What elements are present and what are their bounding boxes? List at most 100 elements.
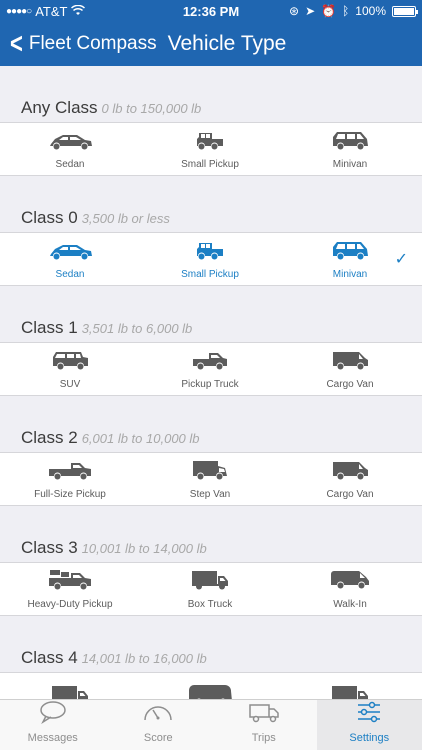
- battery-percent: 100%: [355, 4, 386, 18]
- vehicle-class-row-class-2[interactable]: Full-Size Pickup Step Van Cargo Van: [0, 452, 422, 506]
- vehicle-option[interactable]: Step Van: [140, 459, 280, 500]
- speech-bubble-icon: [36, 700, 70, 729]
- weight-range: 3,501 lb to 6,000 lb: [81, 321, 193, 336]
- bluetooth-icon: ᛒ: [342, 4, 350, 18]
- vehicle-option[interactable]: Small Pickup: [140, 129, 280, 170]
- vehicle-class-row-any-class[interactable]: Sedan Small Pickup Minivan: [0, 122, 422, 176]
- back-label: Fleet Compass: [28, 33, 157, 54]
- tab-bar: Messages Score Trips Settings: [0, 699, 422, 750]
- tab-label: Settings: [349, 732, 390, 744]
- vehicle-label: Cargo Van: [326, 488, 374, 500]
- section-header-class-3: Class 3 10,001 lb to 14,000 lb: [0, 506, 422, 562]
- step-van-icon: [187, 459, 233, 486]
- vehicle-label: Sedan: [55, 268, 85, 280]
- vehicle-option[interactable]: Cargo Van: [280, 349, 420, 390]
- vehicle-option[interactable]: SUV: [0, 349, 140, 390]
- status-bar: ●●●●○ AT&T 12:36 PM ⊛ ➤ ⏰ ᛒ 100%: [0, 0, 422, 22]
- vehicle-class-row-class-1[interactable]: SUV Pickup Truck Cargo Van: [0, 342, 422, 396]
- vehicle-option[interactable]: [140, 684, 280, 699]
- vehicle-option[interactable]: Minivan: [280, 129, 420, 170]
- small-pickup-icon: [187, 239, 233, 266]
- tab-trips[interactable]: Trips: [211, 700, 317, 750]
- orientation-lock-icon: ⊛: [289, 4, 300, 18]
- vehicle-class-row-class-4[interactable]: [0, 672, 422, 699]
- section-header-class-0: Class 0 3,500 lb or less: [0, 176, 422, 232]
- vehicle-option[interactable]: Cargo Van: [280, 459, 420, 500]
- walk-in-icon: [327, 569, 373, 596]
- box-truck-icon: [187, 569, 233, 596]
- section-header-any-class: Any Class 0 lb to 150,000 lb: [0, 66, 422, 122]
- minivan-icon: [327, 129, 373, 156]
- suv-icon: [47, 349, 93, 376]
- weight-range: 0 lb to 150,000 lb: [101, 101, 202, 116]
- vehicle-option[interactable]: Pickup Truck: [140, 349, 280, 390]
- vehicle-class-row-class-0[interactable]: Sedan Small Pickup Minivan ✓: [0, 232, 422, 286]
- vehicle-class-row-class-3[interactable]: Heavy-Duty Pickup Box Truck Walk-In: [0, 562, 422, 616]
- vehicle-label: Small Pickup: [181, 268, 239, 280]
- class-name: Any Class: [21, 98, 98, 117]
- weight-range: 3,500 lb or less: [81, 211, 170, 226]
- tab-label: Trips: [251, 732, 276, 744]
- heavy-duty-pickup-icon: [47, 569, 93, 596]
- large-van-icon: [187, 684, 233, 699]
- vehicle-option[interactable]: Sedan: [0, 239, 140, 280]
- tab-label: Score: [143, 732, 173, 744]
- location-arrow-icon: ➤: [305, 4, 316, 18]
- weight-range: 14,001 lb to 16,000 lb: [81, 651, 207, 666]
- tab-score[interactable]: Score: [106, 700, 212, 750]
- sliders-icon: [352, 700, 386, 729]
- vehicle-option[interactable]: [0, 684, 140, 699]
- vehicle-label: Small Pickup: [181, 158, 239, 170]
- full-size-pickup-icon: [47, 459, 93, 486]
- vehicle-option[interactable]: Small Pickup: [140, 239, 280, 280]
- page-title: Vehicle Type: [167, 32, 287, 55]
- cargo-van-icon: [327, 459, 373, 486]
- vehicle-label: Box Truck: [187, 598, 233, 610]
- cargo-van-icon: [327, 349, 373, 376]
- checkmark-icon: ✓: [394, 251, 408, 268]
- navigation-bar: < Fleet Compass Vehicle Type: [0, 22, 422, 66]
- section-header-class-2: Class 2 6,001 lb to 10,000 lb: [0, 396, 422, 452]
- pickup-truck-icon: [187, 349, 233, 376]
- class-name: Class 4: [21, 648, 78, 667]
- vehicle-label: Pickup Truck: [181, 378, 239, 390]
- gauge-icon: [141, 700, 175, 729]
- box-truck-icon: [47, 684, 93, 699]
- section-header-class-4: Class 4 14,001 lb to 16,000 lb: [0, 616, 422, 672]
- class-name: Class 2: [21, 428, 78, 447]
- vehicle-label: Full-Size Pickup: [34, 488, 106, 500]
- vehicle-type-list[interactable]: Any Class 0 lb to 150,000 lb Sedan Small Pi…: [0, 66, 422, 699]
- sedan-icon: [47, 239, 93, 266]
- small-pickup-icon: [187, 129, 233, 156]
- minivan-icon: [327, 239, 373, 266]
- vehicle-option[interactable]: Box Truck: [140, 569, 280, 610]
- vehicle-label: Step Van: [189, 488, 231, 500]
- truck-icon: [247, 700, 281, 729]
- vehicle-option[interactable]: Full-Size Pickup: [0, 459, 140, 500]
- carrier-name: AT&T: [35, 3, 68, 19]
- vehicle-label: Sedan: [55, 158, 85, 170]
- vehicle-label: Minivan: [332, 268, 368, 280]
- vehicle-option[interactable]: Walk-In: [280, 569, 420, 610]
- box-truck-icon: [327, 684, 373, 699]
- class-name: Class 1: [21, 318, 78, 337]
- vehicle-option[interactable]: Heavy-Duty Pickup: [0, 569, 140, 610]
- vehicle-label: SUV: [59, 378, 81, 390]
- class-name: Class 0: [21, 208, 78, 227]
- tab-label: Messages: [27, 732, 78, 744]
- back-button[interactable]: < Fleet Compass: [0, 27, 157, 60]
- section-header-class-1: Class 1 3,501 lb to 6,000 lb: [0, 286, 422, 342]
- class-name: Class 3: [21, 538, 78, 557]
- vehicle-label: Minivan: [332, 158, 368, 170]
- tab-settings[interactable]: Settings: [316, 700, 422, 750]
- tab-messages[interactable]: Messages: [0, 700, 106, 750]
- vehicle-option[interactable]: Sedan: [0, 129, 140, 170]
- sedan-icon: [47, 129, 93, 156]
- status-time: 12:36 PM: [182, 3, 240, 19]
- vehicle-option[interactable]: [280, 684, 420, 699]
- vehicle-label: Heavy-Duty Pickup: [27, 598, 113, 610]
- weight-range: 10,001 lb to 14,000 lb: [81, 541, 207, 556]
- vehicle-label: Cargo Van: [326, 378, 374, 390]
- weight-range: 6,001 lb to 10,000 lb: [81, 431, 200, 446]
- vehicle-label: Walk-In: [333, 598, 367, 610]
